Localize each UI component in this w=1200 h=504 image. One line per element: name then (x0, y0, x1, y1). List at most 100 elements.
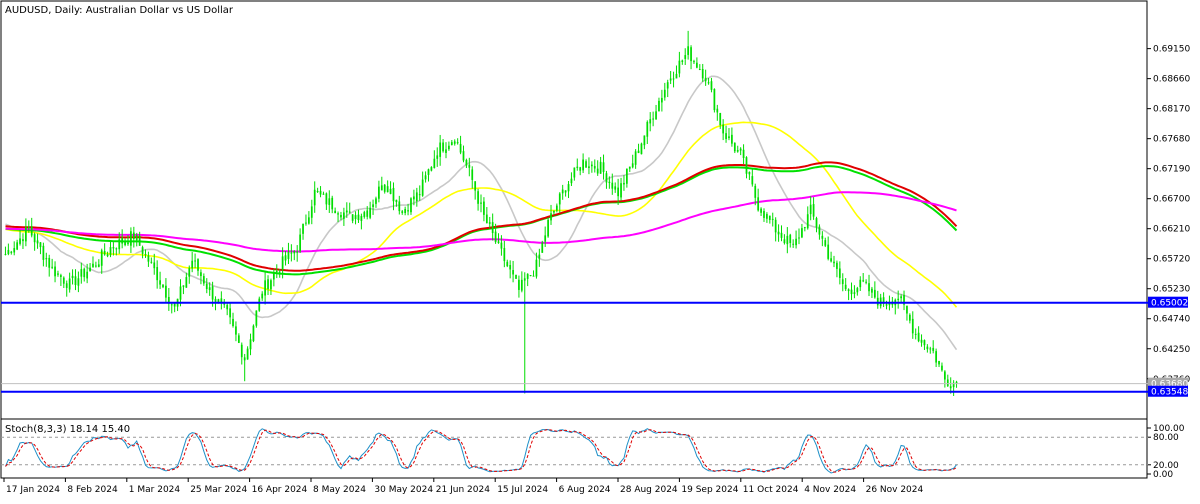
candle (777, 224, 780, 242)
candle (389, 181, 392, 195)
chart-root: AUDUSD, Daily: Australian Dollar vs US D… (0, 0, 1200, 500)
candle (159, 271, 161, 290)
candle (36, 233, 39, 249)
candle (763, 208, 765, 222)
candle (652, 111, 655, 127)
candle (570, 172, 573, 187)
candle (258, 296, 261, 312)
candle (488, 216, 491, 229)
candle (728, 128, 730, 141)
candle (722, 119, 725, 141)
price-level-label: 0.65002 (1151, 299, 1188, 309)
candle (745, 156, 748, 179)
candle (529, 274, 532, 277)
time-tick-label: 28 Aug 2024 (620, 485, 678, 495)
candle (185, 272, 188, 288)
candle (547, 217, 549, 238)
candle (873, 281, 876, 299)
candle (643, 135, 646, 150)
candle (296, 245, 299, 262)
candle (789, 233, 792, 248)
price-tick-label: 0.68660 (1153, 75, 1190, 85)
candle (768, 215, 771, 224)
candle (491, 213, 494, 241)
candle (567, 180, 570, 199)
candle (313, 181, 316, 213)
price-tick-label: 0.68170 (1153, 105, 1190, 115)
candle (923, 339, 926, 350)
candle (386, 180, 389, 193)
candle (77, 271, 80, 293)
candle (585, 159, 587, 169)
candle (205, 278, 208, 294)
candle (57, 270, 59, 277)
candle (836, 260, 838, 278)
stochastic-title: Stoch(8,3,3) 18.14 15.40 (5, 424, 130, 435)
candle (25, 218, 27, 247)
candle (672, 71, 675, 88)
candle (838, 261, 841, 285)
candle (351, 214, 354, 224)
candle (935, 348, 937, 368)
time-tick-label: 11 Oct 2024 (743, 485, 799, 495)
candle (194, 253, 196, 269)
candle (243, 353, 246, 382)
candle (882, 292, 885, 308)
price-tick-label: 0.67190 (1153, 165, 1190, 175)
candle (666, 79, 669, 98)
candle (436, 147, 439, 167)
candle (415, 187, 418, 207)
candle (83, 267, 86, 282)
candle (926, 344, 929, 353)
candle (48, 254, 51, 277)
candle (929, 346, 932, 354)
time-tick-label: 19 Sep 2024 (681, 485, 738, 495)
candle (914, 328, 917, 340)
candle (809, 196, 812, 221)
candle (500, 235, 503, 256)
candle (60, 273, 62, 287)
candle (859, 276, 862, 291)
candle (200, 269, 202, 285)
candle (130, 227, 132, 253)
candle (150, 257, 153, 264)
candle (372, 199, 374, 215)
candle (538, 248, 541, 267)
candle (92, 256, 94, 268)
candle (731, 127, 733, 147)
candle (640, 142, 643, 155)
candle (579, 166, 582, 176)
time-tick-label: 17 Jan 2024 (6, 485, 60, 495)
time-tick-label: 26 Nov 2024 (866, 485, 924, 495)
price-tick-label: 0.66700 (1153, 195, 1190, 205)
candle (698, 64, 701, 71)
candle (471, 166, 474, 189)
candle (774, 217, 777, 242)
candle (541, 240, 544, 253)
candle (170, 302, 173, 314)
main-chart-title: AUDUSD, Daily: Australian Dollar vs US D… (5, 5, 234, 16)
candle (678, 51, 681, 78)
stochastic-line (5, 428, 957, 473)
candle (658, 97, 660, 112)
price-tick-label: 0.64250 (1153, 345, 1190, 355)
time-tick-label: 25 Mar 2024 (190, 485, 247, 495)
candle (89, 263, 91, 272)
candle (433, 150, 436, 169)
candle (675, 65, 678, 79)
chart-frame (0, 0, 1148, 479)
time-tick-label: 8 Feb 2024 (67, 485, 118, 495)
candle (360, 213, 363, 230)
candle (690, 45, 692, 70)
candle (634, 149, 637, 169)
candle (65, 280, 68, 297)
candle (812, 197, 815, 220)
candle (141, 245, 144, 259)
candle (424, 171, 427, 183)
candle (733, 142, 736, 154)
candle (275, 264, 278, 279)
candle (532, 270, 535, 277)
candle (375, 196, 377, 208)
candle (687, 30, 690, 60)
candle (235, 321, 237, 342)
